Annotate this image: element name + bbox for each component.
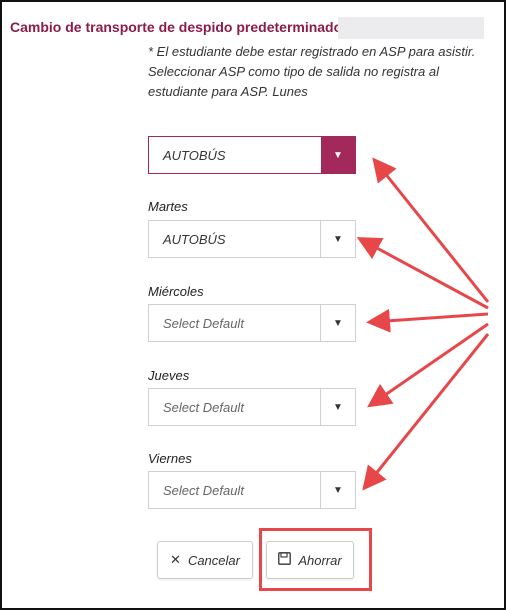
tuesday-label: Martes	[148, 199, 188, 214]
dialog-header: Cambio de transporte de despido predeter…	[2, 14, 376, 40]
tuesday-select-value: AUTOBÚS	[163, 231, 226, 247]
close-icon: ✕	[170, 552, 181, 567]
cancel-button-label: Cancelar	[187, 552, 240, 568]
monday-select[interactable]: AUTOBÚS ▼	[148, 136, 356, 174]
caret-down-icon[interactable]: ▼	[320, 472, 355, 508]
thursday-select[interactable]: Select Default ▼	[148, 388, 356, 426]
friday-select[interactable]: Select Default ▼	[148, 471, 356, 509]
wednesday-select[interactable]: Select Default ▼	[148, 304, 356, 342]
dialog-title: Cambio de transporte de despido predeter…	[10, 19, 376, 35]
caret-down-icon[interactable]: ▼	[320, 389, 355, 425]
monday-select-value: AUTOBÚS	[163, 147, 226, 163]
dialog-frame: Cambio de transporte de despido predeter…	[0, 0, 506, 610]
cancel-button[interactable]: ✕ Cancelar	[157, 541, 253, 579]
friday-label: Viernes	[148, 451, 192, 466]
friday-select-value: Select Default	[163, 482, 244, 498]
save-button-highlight	[259, 528, 372, 591]
caret-down-icon[interactable]: ▼	[320, 221, 355, 257]
caret-down-icon[interactable]: ▼	[321, 137, 355, 173]
tuesday-select[interactable]: AUTOBÚS ▼	[148, 220, 356, 258]
redacted-student-name	[338, 17, 484, 39]
wednesday-label: Miércoles	[148, 284, 204, 299]
caret-down-icon[interactable]: ▼	[320, 305, 355, 341]
thursday-label: Jueves	[148, 368, 190, 383]
wednesday-select-value: Select Default	[163, 315, 244, 331]
asp-note: * El estudiante debe estar registrado en…	[148, 44, 476, 99]
thursday-select-value: Select Default	[163, 399, 244, 415]
